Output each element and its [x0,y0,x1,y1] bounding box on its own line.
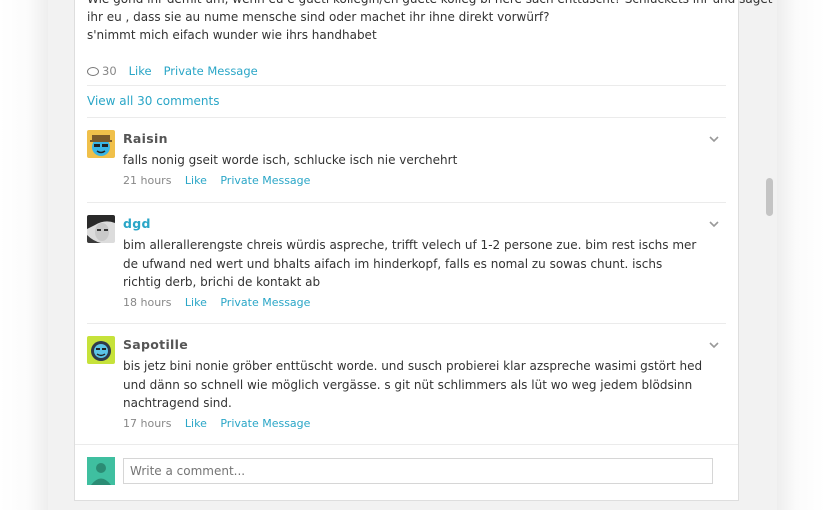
comment-timestamp: 18 hours [123,295,172,309]
comment-timestamp: 21 hours [123,173,172,187]
post-private-message-link[interactable]: Private Message [164,64,258,78]
window-shadow-left [0,0,48,510]
post-card: Wie gönd ihr demit um, wenn eu e gueti k… [74,0,772,501]
avatar[interactable] [87,336,115,364]
divider [87,117,726,118]
avatar[interactable] [87,215,115,243]
window-shadow-right [777,0,825,510]
chevron-down-icon[interactable] [709,134,719,144]
post-body: Wie gönd ihr demit um, wenn eu e gueti k… [87,0,772,44]
comment-composer [87,457,727,491]
avatar [87,457,115,485]
post-like-link[interactable]: Like [129,64,152,78]
post-text-line: s'nimmt mich eifach wunder wie ihrs hand… [87,28,377,42]
divider [87,202,726,203]
divider [87,85,726,86]
comment-item: dgd bim allerallerengste chreis würdis a… [87,215,727,309]
speech-bubble-icon [87,66,99,76]
comment-private-message-link[interactable]: Private Message [220,296,310,309]
comment-like-link[interactable]: Like [185,417,207,430]
divider [87,323,726,324]
comment-input[interactable] [123,458,713,484]
comment-text: bim allerallerengste chreis würdis aspre… [123,238,697,289]
post-text-line: ihr eu , dass sie au nume mensche sind o… [87,10,550,24]
comment-count: 30 [102,64,117,78]
comment-item: Raisin falls nonig gseit worde isch, sch… [87,130,727,190]
chevron-down-icon[interactable] [709,340,719,350]
comment-item: Sapotille bis jetz bini nonie gröber ent… [87,336,727,430]
scrollbar-thumb[interactable] [766,178,773,216]
comment-author[interactable]: dgd [123,215,703,233]
comment-timestamp: 17 hours [123,416,172,430]
comment-private-message-link[interactable]: Private Message [220,174,310,187]
comment-text: falls nonig gseit worde isch, schlucke i… [123,153,458,167]
comment-author[interactable]: Raisin [123,130,703,148]
post-meta: 30 Like Private Message [87,64,258,78]
comment-author[interactable]: Sapotille [123,336,703,354]
comment-like-link[interactable]: Like [185,296,207,309]
post-text-line: Wie gönd ihr demit um, wenn eu e gueti k… [87,0,772,8]
comment-private-message-link[interactable]: Private Message [220,417,310,430]
divider [75,444,738,445]
comment-text: bis jetz bini nonie gröber enttüscht wor… [123,359,703,410]
view-all-comments-link[interactable]: View all 30 comments [87,94,219,108]
avatar[interactable] [87,130,115,158]
content-viewport: Wie gönd ihr demit um, wenn eu e gueti k… [48,0,777,510]
comment-like-link[interactable]: Like [185,174,207,187]
chevron-down-icon[interactable] [709,219,719,229]
